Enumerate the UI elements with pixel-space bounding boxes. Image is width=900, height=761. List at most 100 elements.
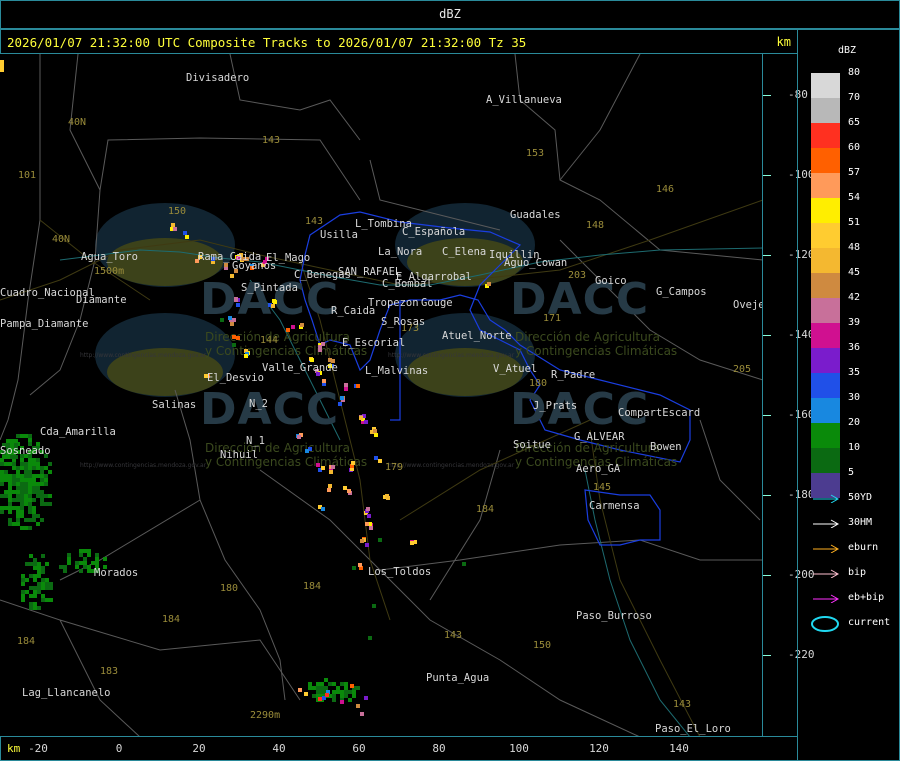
echo-pixel: [28, 506, 32, 510]
echo-pixel: [36, 482, 40, 486]
road-label: 40N: [68, 117, 87, 128]
place-label: S_Pintada: [241, 282, 298, 294]
road-label: 183: [100, 666, 119, 677]
echo-pixel: [316, 682, 320, 686]
echo-pixel: [0, 494, 4, 498]
echo-pixel: [24, 462, 28, 466]
echo-pixel: [321, 466, 325, 470]
echo-pixel: [8, 494, 12, 498]
echo-pixel: [0, 462, 4, 466]
legend-swatch: [811, 423, 840, 448]
echo-pixel: [318, 697, 322, 701]
road-label: 1500m: [94, 266, 125, 277]
track-legend-label: 30HM: [848, 517, 873, 528]
echo-pixel: [20, 478, 24, 482]
echo-pixel: [332, 694, 336, 698]
echo-pixel: [37, 562, 41, 566]
echo-pixel: [4, 474, 8, 478]
place-label: Pampa_Diamante: [0, 318, 89, 330]
road-label: 143: [305, 216, 324, 227]
echo-pixel: [21, 574, 25, 578]
echo-pixel: [367, 514, 371, 518]
x-tick-label: 80: [432, 742, 446, 755]
place-label: La_Nora: [378, 246, 423, 258]
echo-pixel: [8, 482, 12, 486]
echo-pixel: [305, 449, 309, 453]
echo-pixel: [32, 482, 36, 486]
place-label: Los_Toldos: [368, 566, 432, 578]
echo-pixel: [356, 704, 360, 708]
echo-pixel: [20, 434, 24, 438]
echo-pixel: [230, 274, 234, 278]
echo-pixel: [20, 474, 24, 478]
echo-pixel: [21, 594, 25, 598]
echo-pixel: [40, 466, 44, 470]
legend-swatch: [811, 173, 840, 198]
legend-value: 80: [848, 67, 861, 78]
echo-pixel: [28, 474, 32, 478]
place-label: Gouge: [421, 297, 453, 309]
legend-value: 60: [848, 142, 861, 153]
echo-pixel: [48, 502, 52, 506]
echo-pixel: [232, 335, 236, 339]
echo-pixel: [16, 506, 20, 510]
echo-pixel: [33, 574, 37, 578]
echo-pixel: [356, 686, 360, 690]
echo-pixel: [28, 478, 32, 482]
product-title: dBZ: [439, 7, 461, 21]
road-label: 184: [162, 614, 181, 625]
echo-pixel: [298, 688, 302, 692]
echo-pixel: [410, 541, 414, 545]
echo-pixel: [45, 586, 49, 590]
echo-pixel: [36, 458, 40, 462]
echo-pixel: [20, 482, 24, 486]
echo-pixel: [308, 686, 312, 690]
echo-pixel: [316, 686, 320, 690]
y-tick-mark: [763, 495, 771, 496]
echo-pixel: [320, 690, 324, 694]
echo-pixel: [24, 474, 28, 478]
echo-pixel: [386, 496, 390, 500]
echo-pixel: [16, 482, 20, 486]
x-tick-label: 60: [352, 742, 366, 755]
echo-pixel: [21, 582, 25, 586]
echo-pixel: [95, 561, 99, 565]
road-label: 143: [444, 630, 463, 641]
echo-pixel: [378, 538, 382, 542]
legend-swatch: [811, 398, 840, 423]
echo-pixel: [12, 482, 16, 486]
radar-map[interactable]: DACC DACC DACC DACC Dirección de Agricul…: [0, 54, 763, 737]
place-label: S_Rosas: [381, 316, 426, 328]
place-label: Carmensa: [589, 500, 640, 512]
echo-pixel: [348, 698, 352, 702]
echo-pixel: [24, 466, 28, 470]
echo-pixel: [25, 590, 29, 594]
x-unit-label: km: [7, 742, 21, 755]
echo-pixel: [8, 522, 12, 526]
place-label: Morados: [94, 567, 139, 579]
echo-pixel: [12, 466, 16, 470]
echo-pixel: [328, 682, 332, 686]
echo-pixel: [8, 518, 12, 522]
echo-pixel: [32, 474, 36, 478]
road-label: 205: [733, 364, 752, 375]
echo-pixel: [40, 478, 44, 482]
echo-pixel: [24, 526, 28, 530]
echo-pixel: [16, 434, 20, 438]
echo-pixel: [32, 466, 36, 470]
echo-pixel: [49, 598, 53, 602]
echo-pixel: [103, 557, 107, 561]
echo-pixel: [462, 562, 466, 566]
legend-value: 42: [848, 292, 861, 303]
echo-pixel: [45, 578, 49, 582]
echo-pixel: [29, 554, 33, 558]
echo-pixel: [83, 561, 87, 565]
place-label: Aero_GA: [576, 463, 621, 475]
echo-pixel: [12, 506, 16, 510]
echo-pixel: [360, 712, 364, 716]
track-arrow-icon: [813, 544, 840, 553]
echo-pixel: [8, 474, 12, 478]
echo-pixel: [220, 318, 224, 322]
echo-pixel: [272, 299, 276, 303]
road-label: 203: [568, 270, 587, 281]
